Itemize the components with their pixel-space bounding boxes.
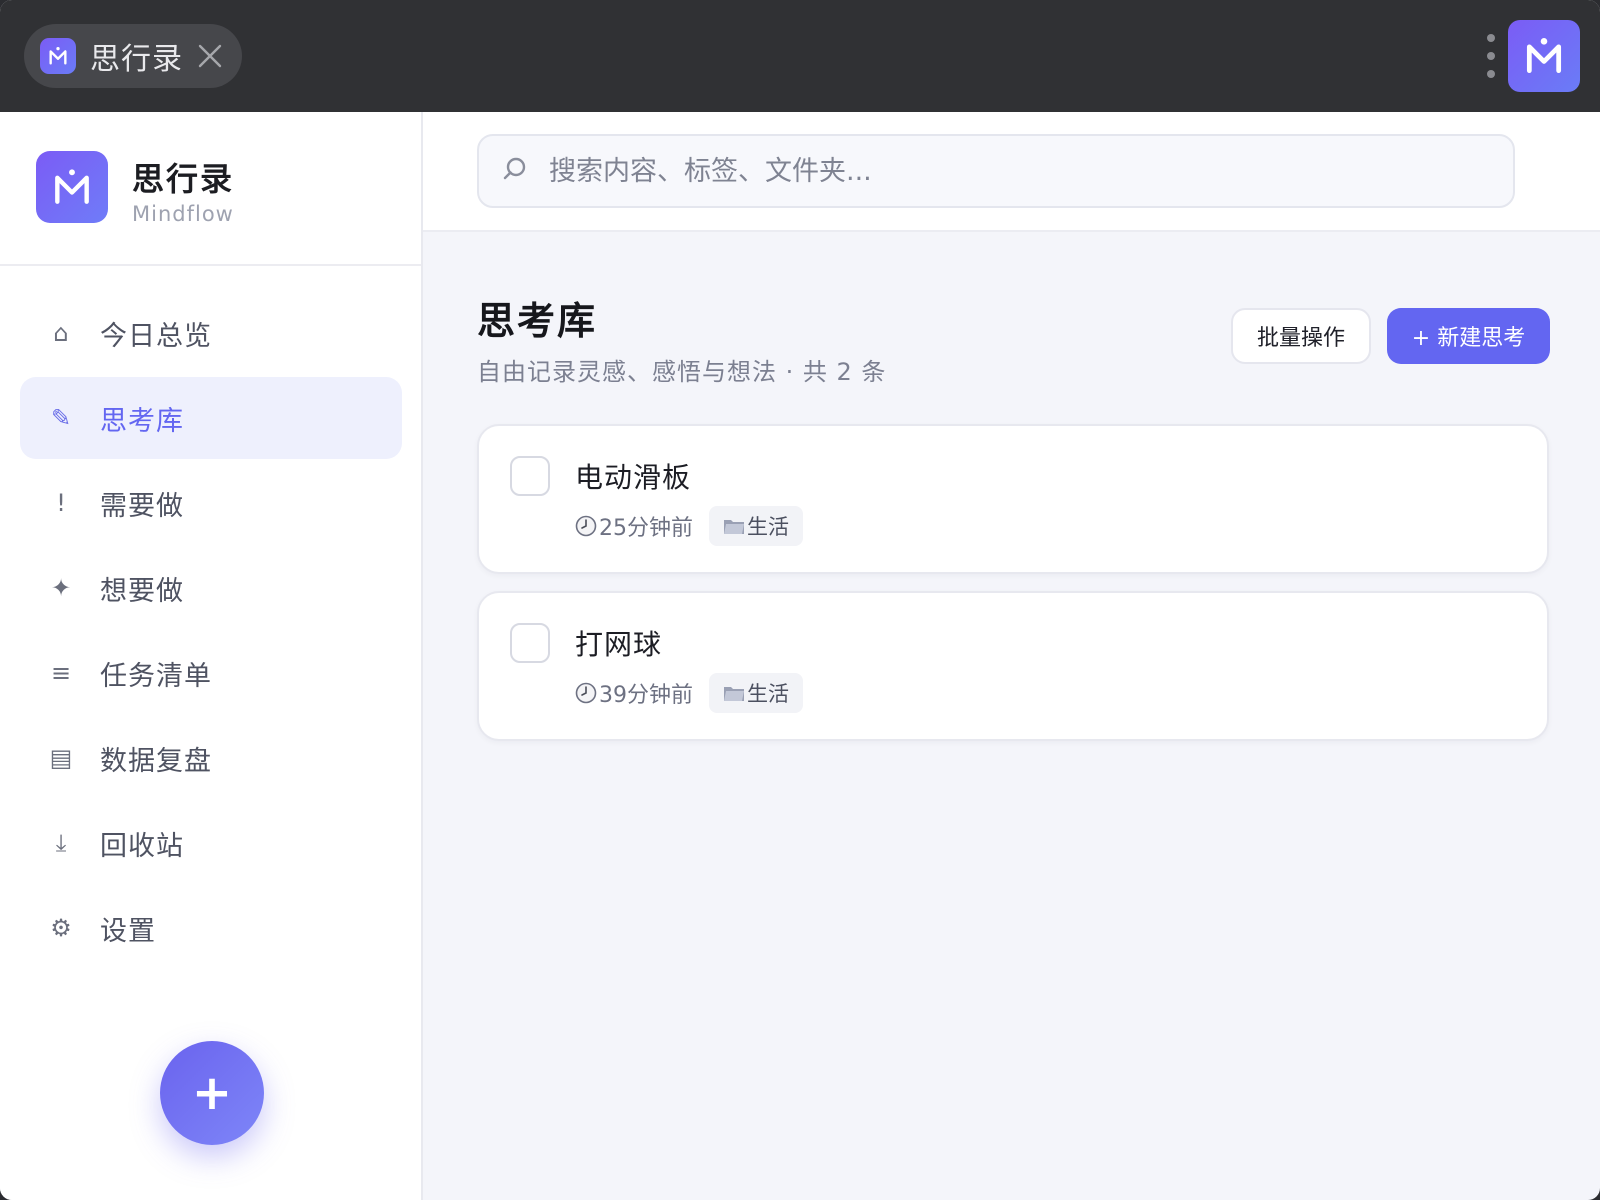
sidebar-item-label: 数据复盘 bbox=[100, 745, 212, 777]
title-bar: 思行录 bbox=[0, 0, 1600, 112]
sidebar-nav: ⌂ 今日总览 ✎ 思考库 ! 需要做 ✦ 想要做 ≡ 任务清单 ▤ 数据复盘 ⤓… bbox=[20, 292, 402, 972]
brand-logo-icon bbox=[36, 151, 108, 223]
folder-tag[interactable]: 生活 bbox=[709, 673, 803, 713]
select-checkbox[interactable] bbox=[510, 456, 550, 496]
download-icon: ⤓ bbox=[55, 829, 67, 857]
item-meta: 39分钟前 生活 bbox=[575, 673, 803, 713]
folder-tag-label: 生活 bbox=[747, 682, 789, 706]
sidebar-item-settings[interactable]: ⚙ 设置 bbox=[20, 887, 402, 969]
folder-tag-label: 生活 bbox=[747, 515, 789, 539]
item-time: 39分钟前 bbox=[575, 677, 693, 709]
item-title: 电动滑板 bbox=[575, 461, 692, 494]
item-meta: 25分钟前 生活 bbox=[575, 506, 803, 546]
sidebar-item-need-to-do[interactable]: ! 需要做 bbox=[20, 462, 402, 544]
item-time: 25分钟前 bbox=[575, 510, 693, 542]
sidebar-item-thinking-library[interactable]: ✎ 思考库 bbox=[20, 377, 402, 459]
sidebar-item-label: 需要做 bbox=[100, 490, 184, 522]
folder-icon bbox=[724, 520, 744, 534]
select-checkbox[interactable] bbox=[510, 623, 550, 663]
close-icon[interactable] bbox=[196, 42, 224, 70]
search-input[interactable] bbox=[549, 155, 1449, 187]
sidebar-item-label: 思考库 bbox=[100, 405, 184, 437]
item-time-text: 39分钟前 bbox=[599, 683, 693, 708]
more-menu-icon[interactable] bbox=[1486, 34, 1496, 78]
app-tab[interactable]: 思行录 bbox=[24, 24, 242, 88]
page-subtitle: 自由记录灵感、感悟与想法 · 共 2 条 bbox=[477, 358, 887, 386]
sidebar-item-trash[interactable]: ⤓ 回收站 bbox=[20, 802, 402, 884]
sidebar-item-label: 想要做 bbox=[100, 575, 184, 607]
home-icon: ⌂ bbox=[53, 319, 69, 347]
search-icon bbox=[501, 155, 529, 187]
add-button[interactable]: + bbox=[160, 1041, 264, 1145]
clock-icon bbox=[575, 682, 597, 704]
list-item[interactable]: 电动滑板 25分钟前 生活 bbox=[477, 424, 1549, 574]
sidebar-item-overview[interactable]: ⌂ 今日总览 bbox=[20, 292, 402, 374]
top-bar bbox=[423, 112, 1600, 232]
sidebar-item-data-review[interactable]: ▤ 数据复盘 bbox=[20, 717, 402, 799]
list-item[interactable]: 打网球 39分钟前 生活 bbox=[477, 591, 1549, 741]
chart-icon: ▤ bbox=[49, 744, 73, 772]
pencil-icon: ✎ bbox=[50, 404, 72, 432]
sidebar: 思行录 Mindflow ⌂ 今日总览 ✎ 思考库 ! 需要做 ✦ 想要做 ≡ bbox=[0, 112, 423, 1200]
page-title: 思考库 bbox=[477, 299, 598, 343]
item-time-text: 25分钟前 bbox=[599, 516, 693, 541]
main-content: 思考库 自由记录灵感、感悟与想法 · 共 2 条 批量操作 + 新建思考 电动滑… bbox=[423, 112, 1600, 1200]
batch-operations-button[interactable]: 批量操作 bbox=[1231, 308, 1371, 364]
sidebar-item-task-list[interactable]: ≡ 任务清单 bbox=[20, 632, 402, 714]
tab-title: 思行录 bbox=[90, 42, 183, 77]
folder-icon bbox=[724, 687, 744, 701]
sidebar-item-label: 任务清单 bbox=[100, 660, 212, 692]
gear-icon: ⚙ bbox=[50, 914, 72, 942]
sidebar-item-label: 设置 bbox=[100, 915, 156, 947]
app-window: 思行录 思行录 Mindflow ⌂ 今日总览 ✎ 思考库 ! 需要做 ✦ 想要… bbox=[0, 0, 1600, 1200]
clock-icon bbox=[575, 515, 597, 537]
brand-subtitle: Mindflow bbox=[132, 202, 234, 226]
list-icon: ≡ bbox=[50, 659, 72, 687]
sidebar-item-label: 回收站 bbox=[100, 830, 184, 862]
exclamation-icon: ! bbox=[56, 489, 66, 517]
sparkle-icon: ✦ bbox=[50, 574, 72, 602]
app-logo-icon bbox=[40, 38, 76, 74]
search-box[interactable] bbox=[477, 134, 1515, 208]
brand-name: 思行录 bbox=[132, 160, 235, 198]
sidebar-item-want-to-do[interactable]: ✦ 想要做 bbox=[20, 547, 402, 629]
new-thought-button[interactable]: + 新建思考 bbox=[1387, 308, 1550, 364]
extension-logo-icon[interactable] bbox=[1508, 20, 1580, 92]
item-title: 打网球 bbox=[575, 628, 663, 661]
folder-tag[interactable]: 生活 bbox=[709, 506, 803, 546]
sidebar-item-label: 今日总览 bbox=[100, 320, 212, 352]
brand-header: 思行录 Mindflow bbox=[0, 112, 421, 266]
